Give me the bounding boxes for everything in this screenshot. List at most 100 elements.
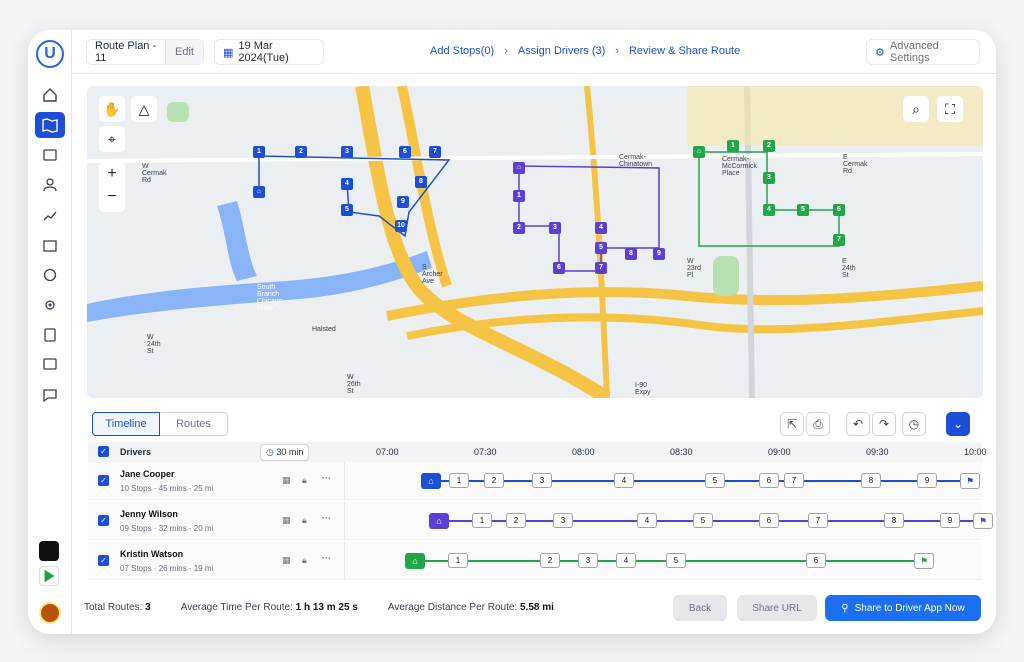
finish-flag-icon[interactable]: ⚑ <box>973 513 993 529</box>
timeline-stop[interactable]: 3 <box>532 473 552 488</box>
stop-marker[interactable]: 9 <box>397 196 409 208</box>
lock-icon[interactable]: 🔒︎ <box>302 555 307 566</box>
export-icon[interactable]: ⇱ <box>780 412 804 436</box>
stop-marker[interactable]: 6 <box>399 146 411 158</box>
list-icon[interactable] <box>35 142 65 168</box>
undo-icon[interactable]: ↶ <box>846 412 870 436</box>
stop-marker[interactable]: 6 <box>553 262 565 274</box>
step-review-share[interactable]: Review & Share Route <box>629 45 740 57</box>
location-icon[interactable] <box>35 292 65 318</box>
fullscreen-icon[interactable]: ⛶ <box>937 96 963 122</box>
select-all-checkbox[interactable]: ✓ <box>98 446 109 457</box>
timeline-stop[interactable]: 6 <box>759 513 779 528</box>
edit-button[interactable]: Edit <box>165 40 203 64</box>
stop-marker[interactable]: 10 <box>395 220 407 232</box>
timeline-stop[interactable]: 7 <box>808 513 828 528</box>
play-store-icon[interactable] <box>39 566 59 586</box>
store-icon[interactable] <box>35 232 65 258</box>
stop-marker[interactable]: 7 <box>595 262 607 274</box>
stop-marker[interactable]: 5 <box>341 204 353 216</box>
print-icon[interactable]: ⎙ <box>806 412 830 436</box>
calendar-icon[interactable]: ▦ <box>282 515 291 526</box>
stop-marker[interactable]: 3 <box>341 146 353 158</box>
timeline-stop[interactable]: 1 <box>448 553 468 568</box>
stop-marker[interactable]: 5 <box>595 242 607 254</box>
stop-marker[interactable]: 1 <box>253 146 265 158</box>
more-options-icon[interactable]: ··· <box>322 513 331 523</box>
contacts-icon[interactable] <box>35 322 65 348</box>
stop-marker[interactable]: 2 <box>295 146 307 158</box>
stop-marker[interactable]: 3 <box>549 222 561 234</box>
crosshair-icon[interactable]: ⌖ <box>99 126 125 152</box>
timeline-stop[interactable]: 2 <box>506 513 526 528</box>
timeline-stop[interactable]: 1 <box>472 513 492 528</box>
advanced-settings-button[interactable]: ⚙ Advanced Settings <box>866 39 980 65</box>
user-avatar[interactable] <box>39 602 61 624</box>
calendar-icon[interactable]: ▦ <box>282 555 291 566</box>
redo-icon[interactable]: ↷ <box>872 412 896 436</box>
timeline-stop[interactable]: 2 <box>484 473 504 488</box>
depot-start-icon[interactable]: ⌂ <box>421 473 441 489</box>
finish-flag-icon[interactable]: ⚑ <box>960 473 980 489</box>
timeline-stop[interactable]: 6 <box>806 553 826 568</box>
zoom-in-button[interactable]: + <box>99 162 125 185</box>
depot-marker[interactable]: ⌂ <box>693 146 705 158</box>
collapse-chevron-icon[interactable]: ⌄ <box>946 412 970 436</box>
timeline-stop[interactable]: 5 <box>693 513 713 528</box>
timeline-stop[interactable]: 8 <box>861 473 881 488</box>
polygon-draw-icon[interactable]: △ <box>131 96 157 122</box>
stop-marker[interactable]: 7 <box>429 146 441 158</box>
lock-icon[interactable]: 🔒︎ <box>302 515 307 526</box>
timeline-stop[interactable]: 6 <box>759 473 779 488</box>
stop-marker[interactable]: 9 <box>653 248 665 260</box>
timeline-stop[interactable]: 1 <box>449 473 469 488</box>
stop-marker[interactable]: 4 <box>763 204 775 216</box>
stop-marker[interactable]: 2 <box>513 222 525 234</box>
step-add-stops[interactable]: Add Stops(0) <box>430 45 494 57</box>
more-options-icon[interactable]: ··· <box>322 553 331 563</box>
map-search-icon[interactable]: ⌕ <box>903 96 929 122</box>
timeline-stop[interactable]: 3 <box>553 513 573 528</box>
home-icon[interactable] <box>35 82 65 108</box>
share-to-driver-app-button[interactable]: ⚲ Share to Driver App Now <box>825 595 981 621</box>
stop-marker[interactable]: 2 <box>763 140 775 152</box>
timeline-stop[interactable]: 4 <box>637 513 657 528</box>
tab-routes[interactable]: Routes <box>160 412 228 436</box>
hand-pan-icon[interactable]: ✋ <box>99 96 125 122</box>
analytics-icon[interactable] <box>35 202 65 228</box>
timeline-stop[interactable]: 3 <box>578 553 598 568</box>
timeline-stop[interactable]: 4 <box>616 553 636 568</box>
stop-marker[interactable]: 5 <box>797 204 809 216</box>
step-assign-drivers[interactable]: Assign Drivers (3) <box>518 45 605 57</box>
stop-marker[interactable]: 3 <box>763 172 775 184</box>
stop-marker[interactable]: 7 <box>833 234 845 246</box>
stop-marker[interactable]: 1 <box>513 190 525 202</box>
timeline-stop[interactable]: 9 <box>940 513 960 528</box>
driver-checkbox[interactable]: ✓ <box>98 475 109 486</box>
date-picker[interactable]: ▦ 19 Mar 2024(Tue) <box>214 39 324 65</box>
depot-start-icon[interactable]: ⌂ <box>405 553 425 569</box>
apple-store-icon[interactable] <box>39 541 59 561</box>
stop-marker[interactable]: 4 <box>595 222 607 234</box>
stop-marker[interactable]: 8 <box>625 248 637 260</box>
depot-marker[interactable]: ⌂ <box>513 162 525 174</box>
zoom-out-button[interactable]: − <box>99 185 125 208</box>
back-button[interactable]: Back <box>673 595 727 621</box>
stop-marker[interactable]: 1 <box>727 140 739 152</box>
stop-marker[interactable]: 6 <box>833 204 845 216</box>
chat-icon[interactable] <box>35 382 65 408</box>
timeline-stop[interactable]: 5 <box>705 473 725 488</box>
stop-marker[interactable]: 4 <box>341 178 353 190</box>
depot-start-icon[interactable]: ⌂ <box>429 513 449 529</box>
help-icon[interactable] <box>35 352 65 378</box>
depot-marker[interactable]: ⌂ <box>253 186 265 198</box>
calendar-icon[interactable]: ▦ <box>282 475 291 486</box>
timeline-stop[interactable]: 5 <box>666 553 686 568</box>
timeline-stop[interactable]: 2 <box>540 553 560 568</box>
timeline-stop[interactable]: 8 <box>884 513 904 528</box>
stop-marker[interactable]: 8 <box>415 176 427 188</box>
drivers-icon[interactable] <box>35 172 65 198</box>
driver-checkbox[interactable]: ✓ <box>98 515 109 526</box>
timeline-stop[interactable]: 9 <box>917 473 937 488</box>
history-icon[interactable]: ◷ <box>902 412 926 436</box>
